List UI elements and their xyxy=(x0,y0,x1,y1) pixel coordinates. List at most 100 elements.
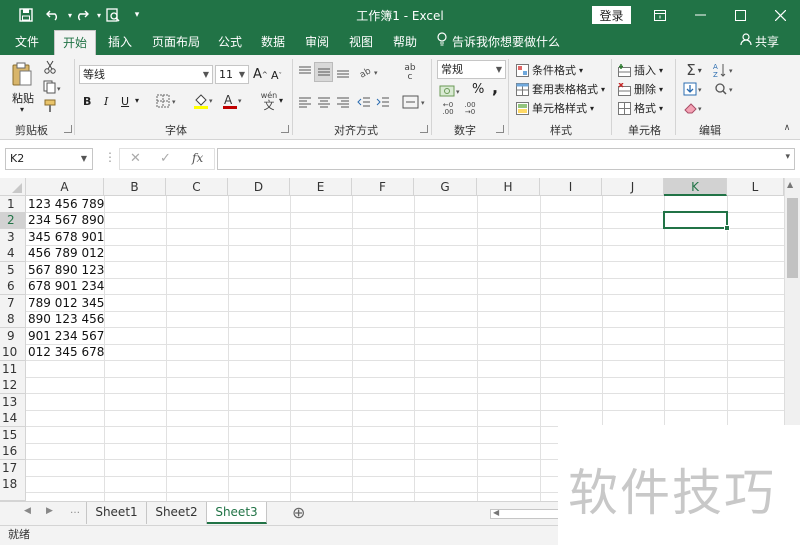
minimize-icon[interactable] xyxy=(680,0,720,30)
column-header-a[interactable]: A xyxy=(26,178,104,196)
row-header-5[interactable]: 5 xyxy=(0,262,26,279)
sheet-next-icon[interactable]: ▶ xyxy=(46,506,53,516)
vertical-scroll-thumb[interactable] xyxy=(787,198,798,278)
cell-a5[interactable]: 567 890 123 xyxy=(26,262,104,279)
wrap-text-icon[interactable]: ab c xyxy=(401,63,419,83)
clipboard-launcher-icon[interactable] xyxy=(64,125,72,133)
cell-a9[interactable]: 901 234 567 xyxy=(26,328,104,345)
maximize-icon[interactable] xyxy=(720,0,760,30)
number-format-select[interactable]: 常规 ▼ xyxy=(437,60,506,79)
tab-view[interactable]: 视图 xyxy=(345,30,377,55)
italic-button[interactable]: I xyxy=(104,95,108,108)
tab-data[interactable]: 数据 xyxy=(257,30,289,55)
number-launcher-icon[interactable] xyxy=(496,125,504,133)
decrease-decimal-icon[interactable]: .00 →0 xyxy=(461,101,479,117)
cut-icon[interactable] xyxy=(42,59,58,75)
row-header-8[interactable]: 8 xyxy=(0,311,26,328)
collapse-ribbon-icon[interactable]: ∧ xyxy=(780,121,794,135)
delete-cells-button[interactable]: 删除 ▾ xyxy=(618,81,663,97)
tab-insert[interactable]: 插入 xyxy=(104,30,136,55)
row-header-13[interactable]: 13 xyxy=(0,394,26,411)
phonetic-guide-icon[interactable]: wén 文 xyxy=(259,90,279,112)
row-header-4[interactable]: 4 xyxy=(0,245,26,262)
sheet-tab-sheet1[interactable]: Sheet1 xyxy=(86,502,147,524)
select-all-button[interactable] xyxy=(0,178,26,196)
percent-style-button[interactable]: % xyxy=(472,82,484,97)
enter-icon[interactable]: ✓ xyxy=(160,151,171,166)
sheet-prev-icon[interactable]: ◀ xyxy=(24,506,31,516)
login-button[interactable]: 登录 xyxy=(592,6,631,24)
underline-dropdown-icon[interactable]: ▾ xyxy=(135,96,139,105)
column-header-j[interactable]: J xyxy=(602,178,664,196)
align-top-icon[interactable] xyxy=(297,64,313,80)
row-header-7[interactable]: 7 xyxy=(0,295,26,312)
horizontal-scrollbar[interactable]: ◀ xyxy=(490,508,560,519)
cell-a3[interactable]: 345 678 901 xyxy=(26,229,104,246)
increase-decimal-icon[interactable]: ←0.00 xyxy=(439,101,457,117)
row-header-3[interactable]: 3 xyxy=(0,229,26,246)
format-cells-button[interactable]: 格式 ▾ xyxy=(618,100,663,116)
underline-button[interactable]: U xyxy=(121,95,129,108)
row-header-18[interactable]: 18 xyxy=(0,476,26,501)
row-header-1[interactable]: 1 xyxy=(0,196,26,213)
align-center-icon[interactable] xyxy=(316,94,332,110)
column-header-c[interactable]: C xyxy=(166,178,228,196)
paste-button[interactable]: 粘贴 xyxy=(12,90,34,106)
find-select-icon[interactable]: ▾ xyxy=(712,80,740,98)
add-sheet-button[interactable]: ⊕ xyxy=(292,503,305,522)
increase-font-size-icon[interactable]: A ^ xyxy=(253,67,268,82)
format-painter-icon[interactable] xyxy=(42,98,58,114)
row-header-10[interactable]: 10 xyxy=(0,344,26,361)
font-size-select[interactable]: 11 ▼ xyxy=(215,65,249,84)
align-left-icon[interactable] xyxy=(297,94,313,110)
phonetic-dropdown-icon[interactable]: ▾ xyxy=(279,96,283,105)
tab-home[interactable]: 开始 xyxy=(54,30,96,56)
font-name-select[interactable]: 等线 ▼ xyxy=(79,65,213,84)
row-header-16[interactable]: 16 xyxy=(0,443,26,460)
autosum-icon[interactable]: Σ ▾ xyxy=(682,61,706,79)
column-header-e[interactable]: E xyxy=(290,178,352,196)
accounting-format-icon[interactable]: ▾ xyxy=(438,82,464,100)
increase-indent-icon[interactable] xyxy=(375,94,391,110)
bold-button[interactable]: B xyxy=(83,95,91,108)
conditional-formatting-button[interactable]: 条件格式 ▾ xyxy=(516,62,583,78)
tell-me-search[interactable]: 告诉我你想要做什么 xyxy=(436,30,560,55)
insert-cells-button[interactable]: 插入 ▾ xyxy=(618,62,663,78)
row-header-17[interactable]: 17 xyxy=(0,460,26,477)
alignment-launcher-icon[interactable] xyxy=(420,125,428,133)
selected-cell-k2[interactable] xyxy=(663,211,730,231)
name-box[interactable]: K2 ▼ xyxy=(5,148,93,170)
insert-function-icon[interactable]: fx xyxy=(192,151,203,165)
column-header-k[interactable]: K xyxy=(664,178,727,196)
tab-file[interactable]: 文件 xyxy=(11,30,43,55)
row-header-6[interactable]: 6 xyxy=(0,278,26,295)
align-middle-icon[interactable] xyxy=(314,62,333,82)
font-launcher-icon[interactable] xyxy=(281,125,289,133)
sort-filter-icon[interactable]: A Z ▾ xyxy=(712,61,740,79)
cell-a8[interactable]: 890 123 456 xyxy=(26,311,104,328)
expand-formula-icon[interactable]: ▾ xyxy=(785,152,790,162)
align-bottom-icon[interactable] xyxy=(335,64,351,80)
row-header-15[interactable]: 15 xyxy=(0,427,26,444)
cell-a2[interactable]: 234 567 890 xyxy=(26,212,104,229)
cancel-icon[interactable]: ✕ xyxy=(130,151,141,166)
cell-a1[interactable]: 123 456 789 xyxy=(26,196,104,213)
fill-handle[interactable] xyxy=(724,225,730,231)
copy-icon[interactable]: ▾ xyxy=(42,79,64,95)
row-header-12[interactable]: 12 xyxy=(0,377,26,394)
column-header-g[interactable]: G xyxy=(414,178,477,196)
tab-formulas[interactable]: 公式 xyxy=(214,30,246,55)
scroll-up-icon[interactable]: ▲ xyxy=(787,180,793,189)
column-header-l[interactable]: L xyxy=(727,178,784,196)
paste-icon[interactable] xyxy=(10,60,34,88)
row-header-9[interactable]: 9 xyxy=(0,328,26,345)
sheet-tab-sheet2[interactable]: Sheet2 xyxy=(147,502,207,524)
tab-help[interactable]: 帮助 xyxy=(389,30,421,55)
column-header-f[interactable]: F xyxy=(352,178,414,196)
cell-a6[interactable]: 678 901 234 xyxy=(26,278,104,295)
row-header-11[interactable]: 11 xyxy=(0,361,26,378)
row-header-2[interactable]: 2 xyxy=(0,212,26,229)
column-header-i[interactable]: I xyxy=(540,178,602,196)
column-header-b[interactable]: B xyxy=(104,178,166,196)
scroll-left-icon[interactable]: ◀ xyxy=(493,508,499,517)
